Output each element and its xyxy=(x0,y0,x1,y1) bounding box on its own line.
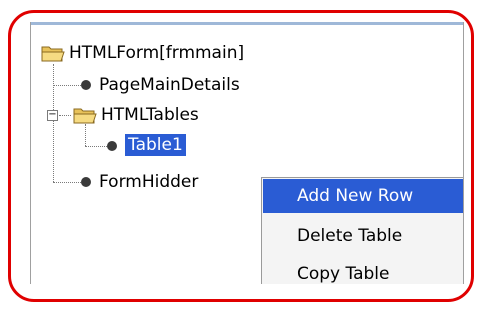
tree-panel: HTMLForm[frmmain] PageMainDetails − HTML… xyxy=(30,22,464,284)
folder-open-icon xyxy=(41,46,65,62)
tree-connector xyxy=(53,182,81,183)
menu-item-label: Delete Table xyxy=(297,226,403,246)
tree-connector xyxy=(59,115,71,116)
menu-item-copy-table[interactable]: Copy Table xyxy=(263,257,463,284)
context-menu: Add New Row Delete Table Copy Table xyxy=(261,177,463,284)
menu-item-label: Add New Row xyxy=(297,186,414,206)
collapse-toggle-icon[interactable]: − xyxy=(47,110,58,121)
tree-item-pagemaindetails[interactable]: PageMainDetails xyxy=(99,74,240,96)
menu-item-label: Copy Table xyxy=(297,264,390,284)
tree-root-label[interactable]: HTMLForm[frmmain] xyxy=(69,42,244,64)
tree-connector xyxy=(85,146,107,147)
tree-item-htmltables[interactable]: HTMLTables xyxy=(101,104,199,126)
tree-connector xyxy=(53,85,81,86)
node-bullet-icon xyxy=(81,177,91,187)
menu-item-delete-table[interactable]: Delete Table xyxy=(263,219,463,253)
folder-open-icon xyxy=(73,108,97,124)
tree-connector xyxy=(53,64,54,182)
node-bullet-icon xyxy=(107,141,117,151)
tree-item-formhidder[interactable]: FormHidder xyxy=(99,171,198,193)
node-bullet-icon xyxy=(81,80,91,90)
tree-connector xyxy=(85,124,86,146)
tree-item-table1[interactable]: Table1 xyxy=(125,134,186,156)
menu-item-add-new-row[interactable]: Add New Row xyxy=(263,179,463,213)
